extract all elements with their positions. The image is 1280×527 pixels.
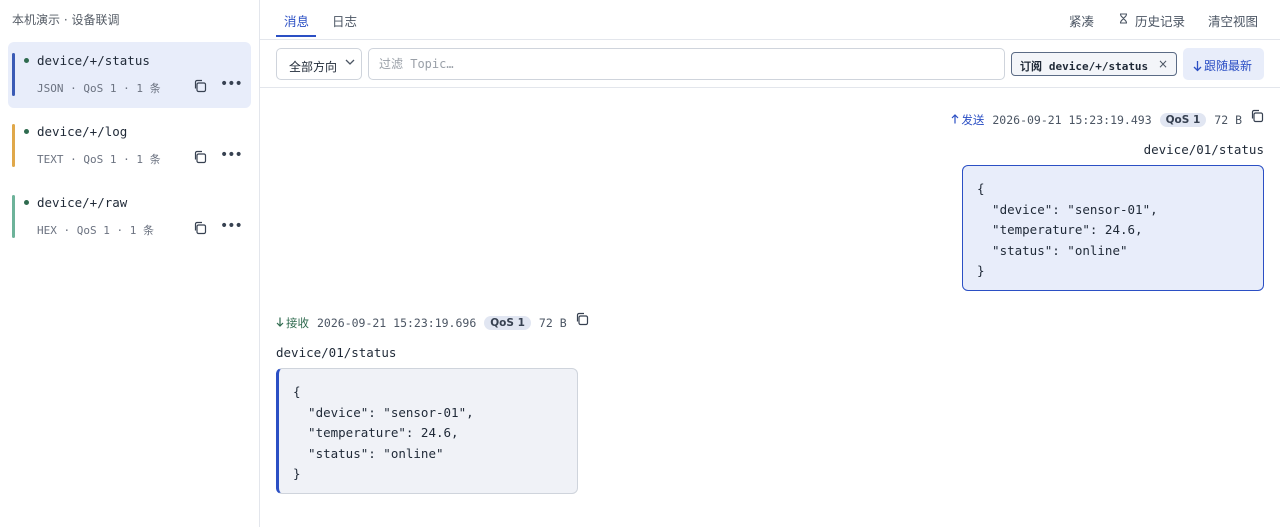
message-topic: device/01/status xyxy=(276,345,397,360)
follow-latest-button[interactable]: 跟随最新 xyxy=(1183,48,1264,80)
more-icon[interactable]: ••• xyxy=(220,219,243,235)
history-label: 历史记录 xyxy=(1135,14,1186,29)
topic-filter-input[interactable] xyxy=(368,48,1005,80)
message-topic: device/01/status xyxy=(1143,142,1264,157)
clear-view-button[interactable]: 清空视图 xyxy=(1208,11,1258,30)
more-icon[interactable]: ••• xyxy=(220,77,243,93)
qos-badge: QoS 1 xyxy=(484,315,531,330)
subscription-meta: HEX · QoS 1 · 1 条 xyxy=(37,224,154,237)
filter-bar: 全部方向 订阅 device/+/status × 跟随最新 xyxy=(260,40,1280,88)
status-dot-icon xyxy=(24,200,29,205)
copy-icon[interactable] xyxy=(193,79,207,93)
message-timestamp: 2026-09-21 15:23:19.493 xyxy=(992,112,1152,127)
payload-content: { "device": "sensor-01", "temperature": … xyxy=(977,181,1158,278)
subscription-color-bar xyxy=(12,124,15,167)
subscription-topic: device/+/status xyxy=(37,53,150,68)
message-payload-sent: { "device": "sensor-01", "temperature": … xyxy=(962,165,1264,291)
copy-icon[interactable] xyxy=(575,312,589,326)
more-icon[interactable]: ••• xyxy=(220,148,243,164)
copy-icon[interactable] xyxy=(193,221,207,235)
subscription-item-raw[interactable]: device/+/raw HEX · QoS 1 · 1 条 ••• xyxy=(8,184,251,250)
message-meta-sent: 发送 2026-09-21 15:23:19.493 QoS 1 72 B xyxy=(951,109,1264,127)
payload-content: { "device": "sensor-01", "temperature": … xyxy=(293,384,474,481)
tab-logs[interactable]: 日志 xyxy=(332,11,357,30)
arrow-down-icon xyxy=(276,317,284,327)
history-icon xyxy=(1119,13,1128,24)
subscription-sidebar: 本机演示 · 设备联调 device/+/status JSON · QoS 1… xyxy=(0,0,260,527)
arrow-down-icon xyxy=(1193,61,1202,72)
chip-prefix: 订阅 xyxy=(1020,60,1042,73)
subscription-item-log[interactable]: device/+/log TEXT · QoS 1 · 1 条 ••• xyxy=(8,113,251,179)
direction-value: 全部方向 xyxy=(289,60,338,74)
header-bar: 消息 日志 紧凑 历史记录 清空视图 xyxy=(260,0,1280,40)
direction-label: 发送 xyxy=(961,112,985,127)
subscription-topic: device/+/raw xyxy=(37,195,128,210)
copy-icon[interactable] xyxy=(193,150,207,164)
chevron-down-icon xyxy=(345,59,355,65)
subscription-filter-chip[interactable]: 订阅 device/+/status × xyxy=(1011,52,1177,76)
subscription-color-bar xyxy=(12,195,15,238)
arrow-up-icon xyxy=(951,114,959,124)
status-dot-icon xyxy=(24,58,29,63)
message-meta-received: 接收 2026-09-21 15:23:19.696 QoS 1 72 B xyxy=(276,312,589,330)
direction-label: 接收 xyxy=(286,315,309,330)
status-dot-icon xyxy=(24,129,29,134)
message-size: 72 B xyxy=(1214,112,1242,127)
subscription-topic: device/+/log xyxy=(37,124,128,139)
tab-messages[interactable]: 消息 xyxy=(284,11,309,30)
subscription-meta: JSON · QoS 1 · 1 条 xyxy=(37,82,161,95)
connection-title: 本机演示 · 设备联调 xyxy=(12,13,120,27)
follow-latest-content: 跟随最新 xyxy=(1193,57,1252,74)
subscription-color-bar xyxy=(12,53,15,96)
message-list: 发送 2026-09-21 15:23:19.493 QoS 1 72 B devic… xyxy=(260,88,1280,527)
close-icon[interactable]: × xyxy=(1158,57,1168,71)
compact-toggle[interactable]: 紧凑 xyxy=(1069,11,1094,30)
chip-topic: device/+/status xyxy=(1048,60,1149,73)
active-tab-indicator xyxy=(276,35,316,37)
message-timestamp: 2026-09-21 15:23:19.696 xyxy=(317,315,477,330)
direction-sent: 发送 xyxy=(951,112,984,128)
message-size: 72 B xyxy=(538,315,567,330)
chip-label: 订阅 device/+/status xyxy=(1020,58,1148,74)
copy-icon[interactable] xyxy=(1250,109,1264,123)
direction-received: 接收 xyxy=(276,315,309,331)
direction-select[interactable]: 全部方向 xyxy=(276,48,362,80)
follow-latest-label: 跟随最新 xyxy=(1204,59,1253,73)
message-payload-received: { "device": "sensor-01", "temperature": … xyxy=(276,368,578,494)
qos-badge: QoS 1 xyxy=(1159,112,1207,127)
subscription-item-status[interactable]: device/+/status JSON · QoS 1 · 1 条 ••• xyxy=(8,42,251,108)
subscription-meta: TEXT · QoS 1 · 1 条 xyxy=(37,153,161,166)
